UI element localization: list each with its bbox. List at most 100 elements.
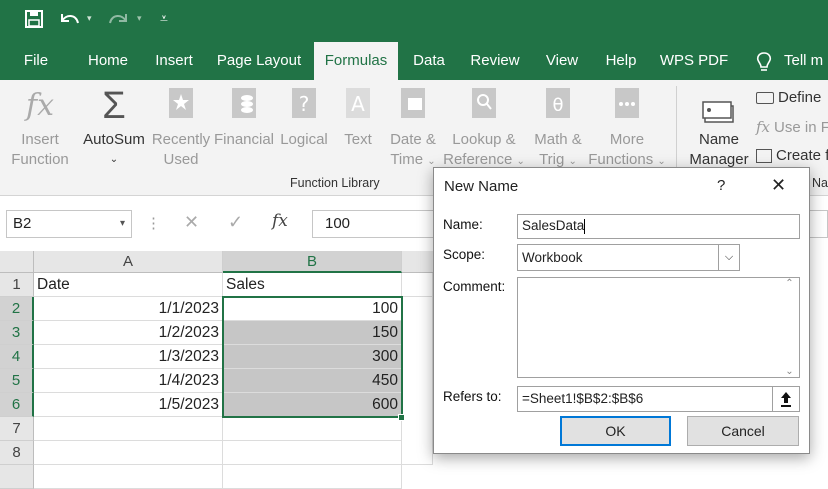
cell-b2[interactable]: 100 [223,297,402,321]
select-all-corner[interactable] [0,251,34,273]
tab-insert[interactable]: Insert [148,42,200,80]
lookup-reference-button[interactable]: Lookup & Reference ⌄ [442,86,526,172]
cell-a4[interactable]: 1/3/2023 [34,345,223,369]
use-in-formula-button[interactable]: fx Use in F [756,118,828,136]
create-from-selection-button[interactable]: Create f [756,147,828,164]
insert-function-fx-icon[interactable]: fx [272,211,288,231]
text-button[interactable]: A Text [334,86,382,150]
cell-a9[interactable] [34,465,223,489]
comment-textarea[interactable] [517,277,800,378]
cell-b7[interactable] [223,417,402,441]
math-trig-button[interactable]: θ Math & Trig ⌄ [526,86,590,172]
scroll-down-icon[interactable]: ⌄ [780,366,799,377]
column-c-cells[interactable] [402,297,433,465]
row-header-2[interactable]: 2 [0,297,34,321]
cell-a2[interactable]: 1/1/2023 [34,297,223,321]
text-cursor [584,218,586,234]
date-time-button[interactable]: Date & Time ⌄ [384,86,442,172]
cancel-button[interactable]: Cancel [687,416,799,446]
chevron-down-icon: ⌄ [516,156,525,167]
cell-a1[interactable]: Date [34,273,223,297]
customize-qat-icon[interactable]: ⩡ [160,10,168,27]
enter-check-icon[interactable]: ✓ [228,212,243,233]
help-button[interactable]: ? [717,177,725,194]
logical-button[interactable]: ? Logical [276,86,332,150]
cell-b8[interactable] [223,441,402,465]
name-box[interactable]: B2 ▾ [6,210,132,238]
insert-function-button[interactable]: fx Insert Function [6,86,74,170]
save-icon[interactable] [24,9,44,33]
cell-b4[interactable]: 300 [223,345,402,369]
more-functions-button[interactable]: More Functions ⌄ [586,86,668,172]
tag-icon [756,92,774,105]
lookup-label-text: Reference [443,151,513,168]
dialog-title: New Name [444,178,519,195]
cell-a8[interactable] [34,441,223,465]
comment-scrollbar[interactable]: ⌃ ⌄ [780,278,799,377]
row-header-5[interactable]: 5 [0,369,34,393]
tab-formulas[interactable]: Formulas [314,42,398,80]
autosum-button[interactable]: Σ AutoSum ⌄ [80,86,148,170]
refers-to-input[interactable]: =Sheet1!$B$2:$B$6 [517,386,773,412]
cell-b6[interactable]: 600 [223,393,402,417]
define-name-label: Define [778,89,822,106]
column-header-b[interactable]: B [223,251,402,273]
row-header-4[interactable]: 4 [0,345,34,369]
recently-used-button[interactable]: Recently Used [150,86,212,170]
row-header-7[interactable]: 7 [0,417,34,441]
tab-file[interactable]: File [14,42,58,80]
cell-b3[interactable]: 150 [223,321,402,345]
comment-label: Comment: [443,279,506,294]
tab-review[interactable]: Review [466,42,524,80]
cell-a6[interactable]: 1/5/2023 [34,393,223,417]
row-header-1[interactable]: 1 [0,273,34,297]
financial-button[interactable]: Financial [212,86,276,150]
undo-dropdown-icon[interactable]: ▾ [87,13,92,24]
tab-home[interactable]: Home [80,42,136,80]
column-header-c[interactable] [402,251,433,273]
name-tags-icon [684,86,754,126]
cell-b9[interactable] [223,465,402,489]
row-header-8[interactable]: 8 [0,441,34,465]
text-book-icon: A [334,86,382,126]
cell-a3[interactable]: 1/2/2023 [34,321,223,345]
ok-button[interactable]: OK [560,416,671,446]
chevron-down-icon[interactable]: ⌵ [718,245,739,270]
row-header-3[interactable]: 3 [0,321,34,345]
row-header-6[interactable]: 6 [0,393,34,417]
collapse-dialog-icon[interactable] [772,386,800,412]
redo-icon[interactable] [106,9,130,35]
cancel-entry-icon[interactable]: ✕ [184,212,199,233]
tab-page-layout[interactable]: Page Layout [212,42,306,80]
tell-me-search[interactable]: Tell m [784,42,828,80]
question-book-icon: ? [276,86,332,126]
svg-text:θ: θ [552,95,563,116]
row-header-9[interactable] [0,465,34,489]
fill-handle[interactable] [398,414,405,421]
cell-c1[interactable] [402,273,433,297]
close-icon[interactable]: ✕ [771,175,786,196]
cell-a7[interactable] [34,417,223,441]
scope-select[interactable]: Workbook [517,244,740,271]
define-name-button[interactable]: Define [756,89,821,106]
name-box-value: B2 [13,215,32,232]
scroll-up-icon[interactable]: ⌃ [780,278,799,289]
create-from-selection-label: Create f [776,147,828,164]
column-header-a[interactable]: A [34,251,223,273]
name-manager-button[interactable]: Name Manager [684,86,754,170]
cell-a5[interactable]: 1/4/2023 [34,369,223,393]
tab-wps-pdf[interactable]: WPS PDF [656,42,732,80]
tab-data[interactable]: Data [406,42,452,80]
cell-b1[interactable]: Sales [223,273,402,297]
tab-help[interactable]: Help [598,42,644,80]
redo-dropdown-icon[interactable]: ▾ [137,13,142,24]
recently-used-label-2: Used [163,151,199,168]
name-input-value: SalesData [522,218,585,233]
cell-b5[interactable]: 450 [223,369,402,393]
fx-small-icon: fx [756,118,771,136]
undo-icon[interactable] [58,9,82,35]
chevron-down-icon[interactable]: ▾ [120,211,125,237]
lightbulb-icon[interactable] [754,51,774,77]
tab-view[interactable]: View [538,42,586,80]
name-input[interactable]: SalesData [517,214,800,239]
